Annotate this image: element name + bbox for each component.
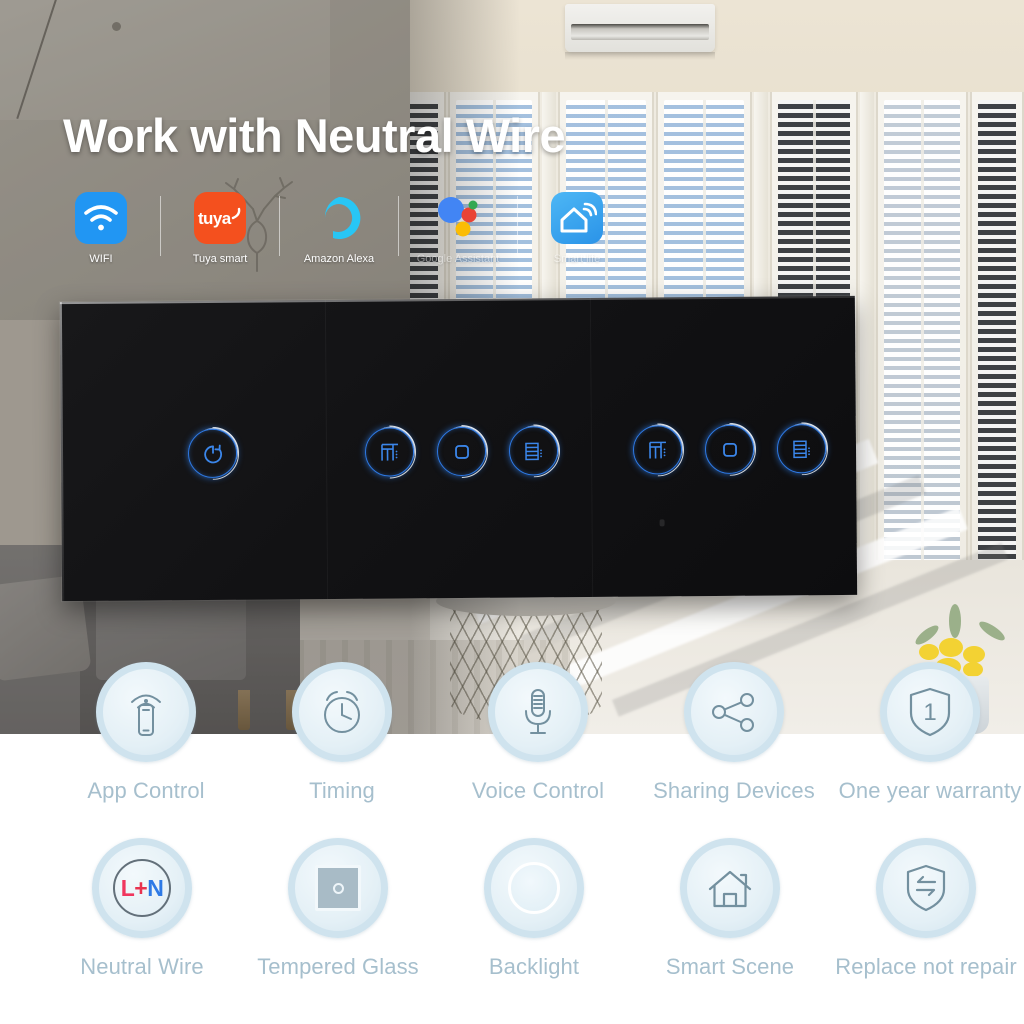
feature-row-2: L+N Neutral Wire Tempered Glass Backligh… bbox=[44, 838, 1024, 980]
curtain-close-icon[interactable] bbox=[509, 426, 558, 475]
feature-row-1: App Control Timing Voice Control Sharing… bbox=[48, 662, 1024, 804]
badge-wifi: WIFI bbox=[64, 192, 138, 265]
badge-divider bbox=[398, 196, 399, 256]
curtain-gang-1 bbox=[365, 426, 558, 477]
ecosystem-badges: WIFI tuya Tuya smart Amazon Alexa Google… bbox=[64, 192, 614, 265]
feature-sharing-devices: Sharing Devices bbox=[636, 662, 832, 804]
air-conditioner bbox=[565, 4, 715, 52]
feature-label: One year warranty bbox=[838, 778, 1022, 803]
badge-smart-life: Smart life bbox=[540, 192, 614, 265]
badge-label: WIFI bbox=[89, 253, 113, 265]
feature-label: Voice Control bbox=[471, 778, 605, 803]
power-refresh-icon[interactable] bbox=[188, 429, 237, 478]
tempered-glass-icon bbox=[288, 838, 388, 938]
feature-warranty: 1 One year warranty bbox=[832, 662, 1024, 804]
smart-life-icon bbox=[551, 192, 603, 244]
app-control-icon bbox=[96, 662, 196, 762]
feature-timing: Timing bbox=[244, 662, 440, 804]
curtain-gang-2 bbox=[633, 424, 826, 475]
feature-label: Replace not repair bbox=[835, 954, 1017, 979]
smart-touch-switch-panel[interactable] bbox=[59, 295, 858, 602]
svg-text:1: 1 bbox=[923, 699, 936, 726]
neutral-wire-icon: L+N bbox=[92, 838, 192, 938]
google-assistant-icon bbox=[432, 192, 484, 244]
badge-google-assistant: Google Assistant bbox=[417, 192, 499, 265]
feature-label: Backlight bbox=[488, 954, 580, 979]
feature-label: Smart Scene bbox=[665, 954, 795, 979]
home-icon bbox=[680, 838, 780, 938]
indicator-led bbox=[659, 519, 665, 527]
amazon-alexa-icon bbox=[313, 192, 365, 244]
badge-alexa: Amazon Alexa bbox=[302, 192, 376, 265]
feature-label: Timing bbox=[309, 778, 375, 803]
svg-text:tuya: tuya bbox=[198, 209, 232, 228]
neutral-wire-text: L+N bbox=[120, 874, 164, 901]
share-nodes-icon bbox=[684, 662, 784, 762]
badge-label: Tuya smart bbox=[192, 253, 248, 265]
badge-label: Amazon Alexa bbox=[303, 253, 375, 265]
backlight-icon bbox=[484, 838, 584, 938]
feature-smart-scene: Smart Scene bbox=[632, 838, 828, 980]
feature-tempered-glass: Tempered Glass bbox=[240, 838, 436, 980]
tuya-logo-icon: tuya bbox=[194, 192, 246, 244]
badge-divider bbox=[160, 196, 161, 256]
ceiling-fixture bbox=[112, 22, 121, 31]
power-gang bbox=[188, 429, 237, 478]
shield-one-icon: 1 bbox=[880, 662, 980, 762]
curtain-stop-icon[interactable] bbox=[437, 427, 486, 476]
page-title: Work with Neutral Wire bbox=[63, 109, 566, 162]
wifi-icon bbox=[75, 192, 127, 244]
curtain-stop-icon[interactable] bbox=[705, 425, 754, 474]
badge-divider bbox=[517, 196, 518, 256]
shield-swap-icon bbox=[876, 838, 976, 938]
feature-app-control: App Control bbox=[48, 662, 244, 804]
feature-label: Neutral Wire bbox=[80, 954, 204, 979]
feature-backlight: Backlight bbox=[436, 838, 632, 980]
microphone-icon bbox=[488, 662, 588, 762]
alarm-clock-icon bbox=[292, 662, 392, 762]
feature-label: App Control bbox=[87, 778, 205, 803]
feature-voice-control: Voice Control bbox=[440, 662, 636, 804]
curtain-close-icon[interactable] bbox=[777, 424, 826, 473]
badge-tuya: tuya Tuya smart bbox=[183, 192, 257, 265]
ac-vent bbox=[571, 24, 709, 40]
curtain-open-icon[interactable] bbox=[365, 427, 414, 476]
feature-replace-not-repair: Replace not repair bbox=[828, 838, 1024, 980]
badge-divider bbox=[279, 196, 280, 256]
feature-label: Sharing Devices bbox=[653, 778, 815, 803]
ac-shadow bbox=[565, 52, 715, 60]
badge-label: Google Assistant bbox=[416, 253, 500, 265]
feature-neutral-wire: L+N Neutral Wire bbox=[44, 838, 240, 980]
badge-label: Smart life bbox=[553, 253, 601, 265]
curtain-open-icon[interactable] bbox=[633, 425, 682, 474]
feature-label: Tempered Glass bbox=[257, 954, 419, 979]
